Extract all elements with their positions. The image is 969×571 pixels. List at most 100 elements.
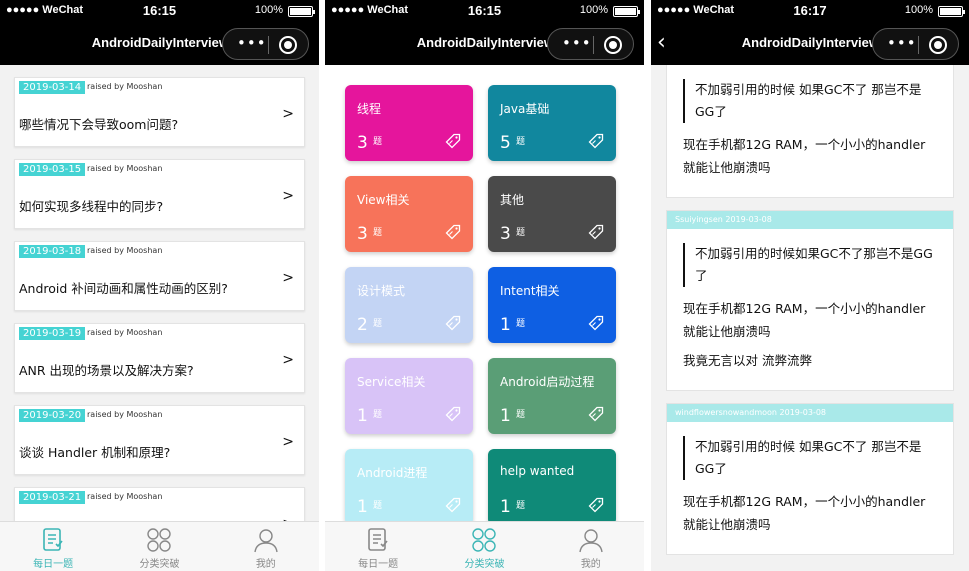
close-mini-program-icon[interactable] (604, 36, 622, 54)
close-mini-program-icon[interactable] (279, 36, 297, 54)
tab-profile[interactable]: 我的 (538, 522, 644, 571)
question-text: 哪些情况下会导致oom问题? (19, 117, 179, 132)
category-card[interactable]: Intent相关 1 题 (488, 267, 616, 343)
category-name: Android启动过程 (500, 375, 595, 389)
question-card[interactable]: 2019-03-14 raised by Mooshan 哪些情况下会导致oom问题… (14, 77, 305, 147)
tag-icon (588, 497, 604, 513)
category-count-unit: 题 (516, 501, 526, 511)
more-icon[interactable]: ••• (237, 34, 267, 52)
category-name: 线程 (357, 102, 382, 116)
more-icon[interactable]: ••• (887, 34, 917, 52)
tag-icon (445, 497, 461, 513)
comment-body: 不加弱引用的时候 如果GC不了 那岂不是GG了 现在手机都12G RAM，一个小小… (667, 422, 953, 554)
profile-icon (579, 529, 603, 553)
question-text: 如何实现多线程中的同步? (19, 199, 164, 214)
tab-daily[interactable]: 每日一题 (325, 522, 431, 571)
category-count-unit: 题 (516, 410, 526, 420)
category-count-unit: 题 (373, 501, 383, 511)
capsule-divider (268, 36, 269, 54)
question-card[interactable]: 2019-03-18 raised by Mooshan Android 补间动画和… (14, 241, 305, 311)
category-count-unit: 题 (373, 137, 383, 147)
category-name: Java基础 (500, 102, 550, 116)
question-text: Android 补间动画和属性动画的区别? (19, 281, 228, 296)
tab-category-label: 分类突破 (139, 559, 180, 570)
category-name: help wanted (500, 464, 575, 478)
tag-icon (445, 406, 461, 422)
category-count: 2 (357, 315, 368, 335)
mini-program-capsule: ••• (547, 28, 634, 60)
battery-label: 100% (904, 4, 933, 16)
category-count: 1 (357, 406, 368, 426)
category-count-unit: 题 (516, 319, 526, 329)
category-name: 设计模式 (357, 284, 406, 298)
comment-quote: 不加弱引用的时候 如果GC不了 那岂不是GG了 (683, 79, 937, 123)
tab-bar: 每日一题 分类突破 我的 (0, 521, 319, 571)
tab-daily-label: 每日一题 (33, 559, 74, 570)
category-card[interactable]: Android进程 1 题 (345, 449, 473, 521)
question-author: raised by Mooshan (87, 492, 163, 501)
question-date: 2019-03-18 (19, 245, 86, 258)
comment-header: Ssuiyingsen 2019-03-08 (667, 211, 953, 229)
category-name: Android进程 (357, 466, 428, 480)
comment-quote: 不加弱引用的时候 如果GC不了 那岂不是GG了 (683, 436, 937, 480)
comment-list: 不加弱引用的时候 如果GC不了 那岂不是GG了 现在手机都12G RAM，一个小小… (651, 65, 969, 571)
category-count-unit: 题 (516, 228, 526, 238)
tab-category[interactable]: 分类突破 (106, 522, 212, 571)
tab-daily[interactable]: 每日一题 (0, 522, 106, 571)
category-count: 3 (357, 133, 368, 153)
category-card[interactable]: 设计模式 2 题 (345, 267, 473, 343)
comment-header: windflowersnowandmoon 2019-03-08 (667, 404, 953, 422)
category-card[interactable]: 其他 3 题 (488, 176, 616, 252)
more-icon[interactable]: ••• (562, 34, 592, 52)
category-count-unit: 题 (373, 228, 383, 238)
category-count: 3 (357, 224, 368, 244)
category-count: 1 (500, 406, 511, 426)
comment-paragraph: 我竟无言以对 流弊流弊 (683, 353, 812, 368)
daily-icon (368, 528, 388, 551)
battery-label: 100% (579, 4, 608, 16)
category-icon (147, 528, 172, 552)
capsule-divider (918, 36, 919, 54)
question-card[interactable]: 2019-03-20 raised by Mooshan 谈谈 Handler 机制… (14, 405, 305, 475)
battery-icon (288, 6, 315, 17)
category-count: 1 (500, 497, 511, 517)
page-title: AndroidDailyInterview (416, 35, 554, 50)
question-date: 2019-03-15 (19, 163, 86, 176)
question-card[interactable]: 2019-03-15 raised by Mooshan 如何实现多线程中的同步? > (14, 159, 305, 229)
category-card[interactable]: Service相关 1 题 (345, 358, 473, 434)
category-card[interactable]: Java基础 5 题 (488, 85, 616, 161)
question-card[interactable]: 2019-03-21raised by Mooshan> (14, 487, 305, 521)
status-bar: ●●●●● WeChat 16:15 100% (0, 0, 319, 22)
question-author: raised by Mooshan (87, 164, 163, 173)
category-count: 1 (500, 315, 511, 335)
chevron-right-icon: > (282, 270, 294, 286)
question-text: ANR 出现的场景以及解决方案? (19, 363, 194, 378)
screen-daily: ●●●●● WeChat 16:15 100% AndroidDailyInte… (0, 0, 319, 571)
tab-category-label: 分类突破 (464, 559, 505, 570)
tab-profile-label: 我的 (255, 559, 276, 570)
close-mini-program-icon[interactable] (929, 36, 947, 54)
category-name: 其他 (500, 193, 525, 207)
tag-icon (588, 224, 604, 240)
status-bar: ●●●●● WeChat 16:17 100% (651, 0, 969, 22)
tag-icon (445, 133, 461, 149)
tag-icon (588, 406, 604, 422)
battery-label: 100% (254, 4, 283, 16)
question-card[interactable]: 2019-03-19 raised by Mooshan ANR 出现的场景以及解决… (14, 323, 305, 393)
category-card[interactable]: help wanted 1 题 (488, 449, 616, 521)
category-card[interactable]: Android启动过程 1 题 (488, 358, 616, 434)
comment-quote: 不加弱引用的时候如果GC不了那岂不是GG了 (683, 243, 937, 287)
comment-card: Ssuiyingsen 2019-03-08 不加弱引用的时候如果GC不了那岂不是… (666, 210, 954, 391)
category-list: 线程 3 题 Java基础 5 题 View相关 3 题其他 3 题设计模式 2 题 Intent相关 1 题… (325, 65, 644, 521)
chevron-right-icon: > (282, 106, 294, 122)
category-card[interactable]: 线程 3 题 (345, 85, 473, 161)
screen-comments: ●●●●● WeChat 16:17 100% ‹ AndroidDailyIn… (651, 0, 969, 571)
comment-body: 不加弱引用的时候如果GC不了那岂不是GG了 现在手机都12G RAM，一个小小的h… (667, 229, 953, 390)
tab-category[interactable]: 分类突破 (431, 522, 537, 571)
mini-program-capsule: ••• (872, 28, 959, 60)
tab-profile[interactable]: 我的 (213, 522, 319, 571)
tab-daily-label: 每日一题 (358, 559, 399, 570)
category-card[interactable]: View相关 3 题 (345, 176, 473, 252)
category-name: Service相关 (357, 375, 426, 389)
tab-bar: 每日一题 分类突破 我的 (325, 521, 644, 571)
